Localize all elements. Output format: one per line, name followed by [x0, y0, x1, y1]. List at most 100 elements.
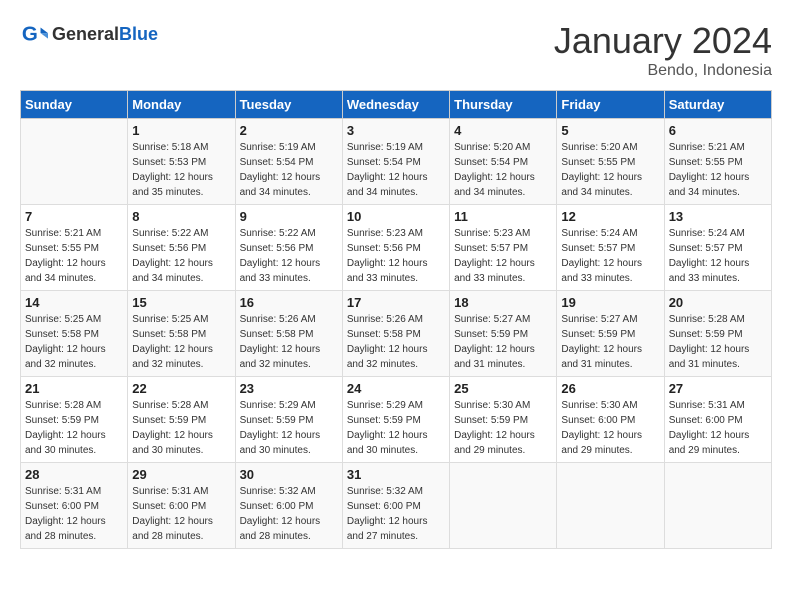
day-info: Sunrise: 5:31 AM Sunset: 6:00 PM Dayligh… — [25, 484, 123, 544]
day-number: 23 — [240, 381, 338, 396]
calendar-cell: 7 Sunrise: 5:21 AM Sunset: 5:55 PM Daylig… — [21, 205, 128, 291]
day-info: Sunrise: 5:32 AM Sunset: 6:00 PM Dayligh… — [347, 484, 445, 544]
month-title: January 2024 — [554, 20, 772, 62]
week-row-4: 21 Sunrise: 5:28 AM Sunset: 5:59 PM Dayli… — [21, 377, 772, 463]
day-number: 10 — [347, 209, 445, 224]
calendar-cell: 4Sunrise: 5:20 AM Sunset: 5:54 PM Daylig… — [450, 119, 557, 205]
week-row-1: 1 Sunrise: 5:18 AM Sunset: 5:53 PM Daylig… — [21, 119, 772, 205]
calendar-cell: 9Sunrise: 5:22 AM Sunset: 5:56 PM Daylig… — [235, 205, 342, 291]
day-info: Sunrise: 5:30 AM Sunset: 5:59 PM Dayligh… — [454, 398, 552, 458]
day-number: 29 — [132, 467, 230, 482]
week-row-3: 14 Sunrise: 5:25 AM Sunset: 5:58 PM Dayli… — [21, 291, 772, 377]
day-info: Sunrise: 5:25 AM Sunset: 5:58 PM Dayligh… — [25, 312, 123, 372]
day-number: 19 — [561, 295, 659, 310]
calendar-body: 1 Sunrise: 5:18 AM Sunset: 5:53 PM Daylig… — [21, 119, 772, 549]
day-info: Sunrise: 5:27 AM Sunset: 5:59 PM Dayligh… — [454, 312, 552, 372]
calendar-cell: 24 Sunrise: 5:29 AM Sunset: 5:59 PM Dayli… — [342, 377, 449, 463]
day-info: Sunrise: 5:28 AM Sunset: 5:59 PM Dayligh… — [669, 312, 767, 372]
calendar-cell: 27Sunrise: 5:31 AM Sunset: 6:00 PM Dayli… — [664, 377, 771, 463]
day-number: 18 — [454, 295, 552, 310]
day-info: Sunrise: 5:23 AM Sunset: 5:56 PM Dayligh… — [347, 226, 445, 286]
calendar-cell: 8 Sunrise: 5:22 AM Sunset: 5:56 PM Daylig… — [128, 205, 235, 291]
calendar-cell: 26Sunrise: 5:30 AM Sunset: 6:00 PM Dayli… — [557, 377, 664, 463]
day-info: Sunrise: 5:26 AM Sunset: 5:58 PM Dayligh… — [240, 312, 338, 372]
day-number: 24 — [347, 381, 445, 396]
day-info: Sunrise: 5:32 AM Sunset: 6:00 PM Dayligh… — [240, 484, 338, 544]
day-header-wednesday: Wednesday — [342, 91, 449, 119]
page-header: G GeneralBlue January 2024 Bendo, Indone… — [20, 20, 772, 80]
calendar-cell: 18 Sunrise: 5:27 AM Sunset: 5:59 PM Dayli… — [450, 291, 557, 377]
calendar-cell — [21, 119, 128, 205]
calendar-cell: 15 Sunrise: 5:25 AM Sunset: 5:58 PM Dayli… — [128, 291, 235, 377]
day-number: 31 — [347, 467, 445, 482]
calendar-cell: 2 Sunrise: 5:19 AM Sunset: 5:54 PM Daylig… — [235, 119, 342, 205]
day-number: 11 — [454, 209, 552, 224]
day-number: 15 — [132, 295, 230, 310]
calendar-cell: 10 Sunrise: 5:23 AM Sunset: 5:56 PM Dayli… — [342, 205, 449, 291]
day-info: Sunrise: 5:31 AM Sunset: 6:00 PM Dayligh… — [669, 398, 767, 458]
day-number: 17 — [347, 295, 445, 310]
logo-general-text: General — [52, 24, 119, 44]
day-number: 22 — [132, 381, 230, 396]
calendar-cell — [557, 463, 664, 549]
logo-blue-text: Blue — [119, 24, 158, 44]
day-info: Sunrise: 5:29 AM Sunset: 5:59 PM Dayligh… — [240, 398, 338, 458]
calendar-cell: 23 Sunrise: 5:29 AM Sunset: 5:59 PM Dayli… — [235, 377, 342, 463]
title-block: January 2024 Bendo, Indonesia — [554, 20, 772, 80]
day-info: Sunrise: 5:21 AM Sunset: 5:55 PM Dayligh… — [25, 226, 123, 286]
header-row: SundayMondayTuesdayWednesdayThursdayFrid… — [21, 91, 772, 119]
day-number: 13 — [669, 209, 767, 224]
day-number: 7 — [25, 209, 123, 224]
location-title: Bendo, Indonesia — [554, 62, 772, 80]
calendar-cell: 11Sunrise: 5:23 AM Sunset: 5:57 PM Dayli… — [450, 205, 557, 291]
day-number: 2 — [240, 123, 338, 138]
day-header-monday: Monday — [128, 91, 235, 119]
day-number: 30 — [240, 467, 338, 482]
calendar-cell: 25 Sunrise: 5:30 AM Sunset: 5:59 PM Dayli… — [450, 377, 557, 463]
calendar-table: SundayMondayTuesdayWednesdayThursdayFrid… — [20, 90, 772, 549]
calendar-cell: 3 Sunrise: 5:19 AM Sunset: 5:54 PM Daylig… — [342, 119, 449, 205]
day-info: Sunrise: 5:24 AM Sunset: 5:57 PM Dayligh… — [669, 226, 767, 286]
day-info: Sunrise: 5:19 AM Sunset: 5:54 PM Dayligh… — [347, 140, 445, 200]
calendar-cell: 6Sunrise: 5:21 AM Sunset: 5:55 PM Daylig… — [664, 119, 771, 205]
day-header-thursday: Thursday — [450, 91, 557, 119]
calendar-cell: 1 Sunrise: 5:18 AM Sunset: 5:53 PM Daylig… — [128, 119, 235, 205]
day-number: 4 — [454, 123, 552, 138]
day-number: 1 — [132, 123, 230, 138]
logo: G GeneralBlue — [20, 20, 158, 48]
week-row-5: 28 Sunrise: 5:31 AM Sunset: 6:00 PM Dayli… — [21, 463, 772, 549]
calendar-cell: 30 Sunrise: 5:32 AM Sunset: 6:00 PM Dayli… — [235, 463, 342, 549]
day-info: Sunrise: 5:31 AM Sunset: 6:00 PM Dayligh… — [132, 484, 230, 544]
day-info: Sunrise: 5:19 AM Sunset: 5:54 PM Dayligh… — [240, 140, 338, 200]
calendar-cell: 28 Sunrise: 5:31 AM Sunset: 6:00 PM Dayli… — [21, 463, 128, 549]
week-row-2: 7 Sunrise: 5:21 AM Sunset: 5:55 PM Daylig… — [21, 205, 772, 291]
day-number: 8 — [132, 209, 230, 224]
calendar-cell: 13 Sunrise: 5:24 AM Sunset: 5:57 PM Dayli… — [664, 205, 771, 291]
calendar-cell: 22Sunrise: 5:28 AM Sunset: 5:59 PM Dayli… — [128, 377, 235, 463]
day-info: Sunrise: 5:18 AM Sunset: 5:53 PM Dayligh… — [132, 140, 230, 200]
day-info: Sunrise: 5:21 AM Sunset: 5:55 PM Dayligh… — [669, 140, 767, 200]
day-info: Sunrise: 5:29 AM Sunset: 5:59 PM Dayligh… — [347, 398, 445, 458]
day-number: 16 — [240, 295, 338, 310]
day-number: 3 — [347, 123, 445, 138]
day-info: Sunrise: 5:22 AM Sunset: 5:56 PM Dayligh… — [240, 226, 338, 286]
logo-icon: G — [20, 20, 48, 48]
day-header-saturday: Saturday — [664, 91, 771, 119]
svg-text:G: G — [22, 23, 38, 46]
day-number: 25 — [454, 381, 552, 396]
day-info: Sunrise: 5:28 AM Sunset: 5:59 PM Dayligh… — [25, 398, 123, 458]
calendar-header: SundayMondayTuesdayWednesdayThursdayFrid… — [21, 91, 772, 119]
day-info: Sunrise: 5:25 AM Sunset: 5:58 PM Dayligh… — [132, 312, 230, 372]
calendar-cell: 5Sunrise: 5:20 AM Sunset: 5:55 PM Daylig… — [557, 119, 664, 205]
calendar-cell: 12Sunrise: 5:24 AM Sunset: 5:57 PM Dayli… — [557, 205, 664, 291]
day-header-friday: Friday — [557, 91, 664, 119]
day-number: 14 — [25, 295, 123, 310]
day-number: 28 — [25, 467, 123, 482]
calendar-cell: 16 Sunrise: 5:26 AM Sunset: 5:58 PM Dayli… — [235, 291, 342, 377]
calendar-cell: 21 Sunrise: 5:28 AM Sunset: 5:59 PM Dayli… — [21, 377, 128, 463]
day-info: Sunrise: 5:24 AM Sunset: 5:57 PM Dayligh… — [561, 226, 659, 286]
calendar-cell: 19Sunrise: 5:27 AM Sunset: 5:59 PM Dayli… — [557, 291, 664, 377]
calendar-cell — [450, 463, 557, 549]
day-number: 21 — [25, 381, 123, 396]
day-info: Sunrise: 5:22 AM Sunset: 5:56 PM Dayligh… — [132, 226, 230, 286]
